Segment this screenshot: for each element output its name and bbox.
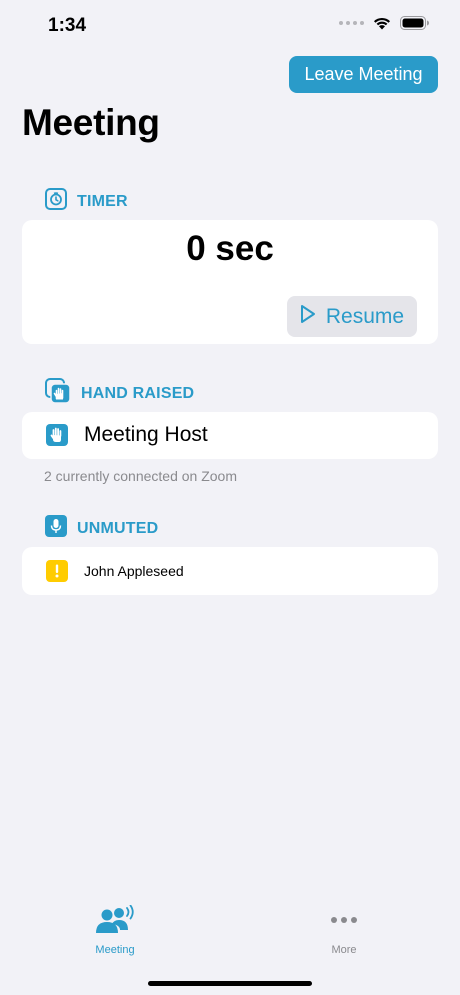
unmuted-section-label: UNMUTED — [77, 519, 159, 537]
hand-raised-section-label: HAND RAISED — [81, 384, 195, 402]
unmuted-participant-name: John Appleseed — [84, 563, 184, 579]
cellular-signal-icon — [339, 21, 364, 25]
home-indicator[interactable] — [148, 981, 312, 986]
resume-label: Resume — [325, 304, 405, 328]
tab-more[interactable]: More — [284, 905, 404, 956]
play-icon — [300, 304, 316, 330]
raised-hand-icon — [46, 424, 68, 446]
status-time: 1:34 — [48, 15, 87, 36]
unmuted-row[interactable]: John Appleseed — [22, 547, 438, 595]
microphone-icon — [45, 515, 67, 542]
connected-count-footnote: 2 currently connected on Zoom — [44, 468, 237, 484]
battery-icon — [400, 16, 430, 30]
status-bar: 1:34 — [0, 0, 460, 54]
timer-section-header: TIMER — [45, 188, 128, 215]
leave-meeting-button[interactable]: Leave Meeting — [289, 56, 438, 93]
tab-meeting-label: Meeting — [95, 944, 135, 956]
hand-raised-section-header: HAND RAISED — [45, 378, 194, 409]
participants-speaking-icon — [93, 904, 137, 940]
resume-button[interactable]: Resume — [287, 296, 417, 337]
raised-hands-icon — [45, 378, 71, 409]
timer-section-label: TIMER — [77, 192, 128, 210]
more-icon — [322, 905, 366, 940]
timer-icon — [45, 188, 67, 215]
wifi-icon — [372, 16, 392, 30]
page-title: Meeting — [22, 102, 160, 143]
timer-card: 0 sec Resume — [22, 220, 438, 344]
hand-raised-row[interactable]: Meeting Host — [22, 412, 438, 459]
hand-raised-participant-name: Meeting Host — [84, 423, 208, 446]
timer-value: 0 sec — [186, 229, 274, 268]
unmuted-section-header: UNMUTED — [45, 515, 158, 542]
tab-more-label: More — [331, 944, 357, 956]
tab-meeting[interactable]: Meeting — [55, 904, 175, 956]
warning-icon — [46, 560, 68, 582]
